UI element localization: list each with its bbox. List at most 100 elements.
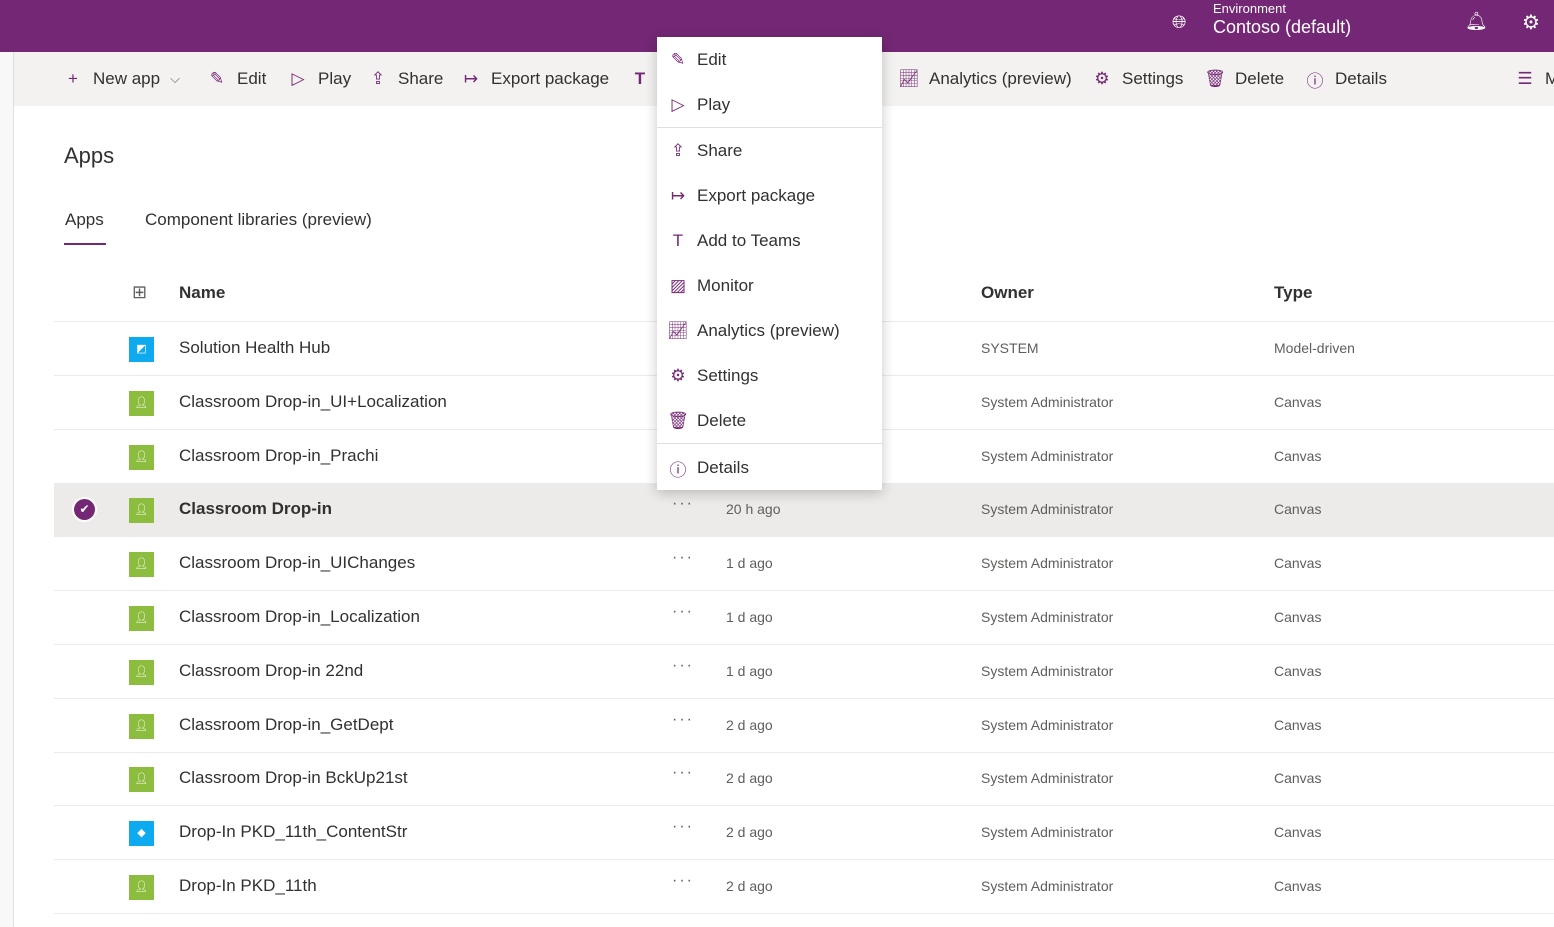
chart-icon: 📈︎ — [898, 69, 920, 88]
column-header-owner[interactable]: Owner — [981, 283, 1034, 303]
menu-item-play[interactable]: ▷ Play — [657, 85, 882, 125]
table-row[interactable]: 👤︎ Classroom Drop-in_UIChanges ··· 1 d ago S… — [54, 537, 1554, 592]
gear-icon: ⚙ — [670, 366, 686, 385]
toolbar-label: Play — [318, 69, 352, 88]
toolbar-play-button[interactable]: ▷ Play — [287, 52, 351, 106]
environment-label: Environment — [1213, 1, 1286, 16]
menu-item-analytics-preview[interactable]: 📈︎ Analytics (preview) — [657, 311, 882, 351]
bell-icon[interactable]: 🔔︎ — [1465, 11, 1488, 32]
app-name[interactable]: Drop-In PKD_11th_ContentStr — [179, 822, 407, 842]
table-row[interactable]: ◆ Drop-In PKD_11th_ContentStr ··· 2 d ago Sy… — [54, 806, 1554, 861]
toolbar-label: New app — [93, 69, 161, 88]
column-header-type[interactable]: Type — [1274, 283, 1312, 303]
toolbar-delete-button[interactable]: 🗑︎ Delete — [1204, 52, 1284, 106]
app-name[interactable]: Classroom Drop-in_Localization — [179, 607, 420, 627]
file-type-icon[interactable]: ⊞ — [132, 282, 147, 303]
checkmark-icon[interactable]: ✔ — [74, 499, 95, 521]
app-type: Canvas — [1274, 662, 1322, 679]
more-options-button[interactable]: ··· — [672, 764, 694, 782]
app-name[interactable]: Classroom Drop-in_UI+Localization — [179, 392, 447, 412]
app-type: Canvas — [1274, 824, 1322, 841]
menu-item-monitor[interactable]: ▨ Monitor — [657, 266, 882, 306]
owner: System Administrator — [981, 555, 1114, 572]
environment-picker[interactable]: Contoso (default) — [1213, 17, 1351, 38]
app-icon: 👤︎ — [129, 659, 154, 685]
toolbar-new-app-button[interactable]: + New app ⌵ — [62, 52, 180, 106]
menu-item-label: Monitor — [697, 276, 754, 295]
menu-item-edit[interactable]: ✎ Edit — [657, 40, 882, 80]
menu-item-label: Add to Teams — [697, 231, 801, 250]
app-icon: ◩ — [129, 337, 154, 362]
table-row[interactable]: 👤︎ Classroom Drop-in 22nd ··· 1 d ago System… — [54, 645, 1554, 699]
toolbar-analytics-preview-button[interactable]: 📈︎ Analytics (preview) — [898, 52, 1071, 106]
globe-icon[interactable]: 🌐︎ — [1172, 12, 1186, 33]
table-row[interactable]: ✔ 👤︎ Classroom Drop-in ··· 20 h ago System Ad… — [54, 483, 1554, 538]
owner: System Administrator — [981, 716, 1114, 733]
table-row[interactable]: 👤︎ Drop-In PKD_11th ··· 2 d ago System Admin… — [54, 860, 1554, 914]
toolbar-settings-button[interactable]: ⚙ Settings — [1091, 52, 1183, 106]
more-options-button[interactable]: ··· — [672, 495, 694, 513]
owner: System Administrator — [981, 878, 1114, 894]
more-options-button[interactable]: ··· — [672, 549, 694, 567]
app-name[interactable]: Drop-In PKD_11th — [179, 876, 317, 896]
menu-item-add-to-teams[interactable]: T Add to Teams — [657, 221, 882, 261]
menu-item-delete[interactable]: 🗑︎ Delete — [657, 401, 882, 441]
menu-item-share[interactable]: ⇪ Share — [657, 131, 882, 171]
table-row[interactable]: 👤︎ Classroom Drop-in_GetDept ··· 2 d ago Sys… — [54, 699, 1554, 753]
menu-item-label: Share — [697, 141, 743, 160]
toolbar-share-button[interactable]: ⇪ Share — [367, 52, 444, 106]
plus-icon: + — [68, 69, 78, 88]
app-type: Canvas — [1274, 555, 1322, 572]
info-icon: ⓘ — [1306, 71, 1324, 91]
app-type: Canvas — [1274, 716, 1322, 733]
menu-item-export-package[interactable]: ↦ Export package — [657, 176, 882, 216]
app-name[interactable]: Solution Health Hub — [179, 338, 330, 358]
more-options-button[interactable]: ··· — [672, 872, 694, 890]
menu-item-details[interactable]: ⓘ Details — [657, 448, 882, 488]
toolbar-label: Share — [398, 69, 444, 88]
app-name[interactable]: Classroom Drop-in_GetDept — [179, 715, 393, 735]
owner: System Administrator — [981, 770, 1114, 787]
menu-item-label: Settings — [697, 366, 759, 385]
modified: 2 d ago — [726, 770, 773, 787]
toolbar-edit-button[interactable]: ✎ Edit — [206, 52, 266, 106]
table-row[interactable]: 👤︎ Classroom Drop-in_Localization ··· 1 d a… — [54, 591, 1554, 645]
overflow-label: M — [1545, 69, 1554, 88]
tab-component-libraries[interactable]: Component libraries (preview) — [145, 210, 372, 230]
owner: System Administrator — [981, 501, 1114, 518]
gear-icon[interactable]: ⚙ — [1522, 10, 1540, 35]
export-icon: ↦ — [670, 186, 686, 205]
toolbar-details-button[interactable]: ⓘ Details — [1304, 52, 1387, 106]
more-options-button[interactable]: ··· — [672, 818, 694, 836]
chevron-down-icon[interactable]: ⌵ — [170, 71, 180, 87]
app-name[interactable]: Classroom Drop-in 22nd — [179, 661, 363, 681]
owner: SYSTEM — [981, 340, 1039, 356]
column-header-name[interactable]: Name — [179, 283, 225, 303]
app-type: Canvas — [1274, 501, 1322, 518]
trash-icon: 🗑︎ — [667, 411, 689, 430]
tab-apps[interactable]: Apps — [65, 210, 104, 230]
toolbar-teams-button[interactable]: T — [629, 52, 660, 106]
owner: System Administrator — [981, 447, 1114, 464]
app-icon: 👤︎ — [129, 875, 154, 900]
table-row[interactable]: 👤︎ Classroom Drop-in BckUp21st ··· 2 d ago S… — [54, 752, 1554, 807]
app-name[interactable]: Classroom Drop-in_Prachi — [179, 446, 378, 466]
menu-item-label: Play — [697, 95, 731, 114]
toolbar-export-package-button[interactable]: ↦ Export package — [460, 52, 609, 106]
app-name[interactable]: Classroom Drop-in_UIChanges — [179, 553, 415, 573]
more-options-button[interactable]: ··· — [672, 657, 694, 675]
menu-item-settings[interactable]: ⚙ Settings — [657, 356, 882, 396]
chart-icon: 📈︎ — [667, 321, 689, 340]
context-menu: ✎ Edit ▷ Play ⇪ Share ↦ Export package T Add to T… — [657, 37, 882, 490]
app-name[interactable]: Classroom Drop-in BckUp21st — [179, 768, 408, 788]
more-options-button[interactable]: ··· — [672, 711, 694, 729]
owner: System Administrator — [981, 609, 1114, 625]
overflow-button[interactable]: ☰ M — [1514, 52, 1554, 106]
app-type: Model-driven — [1274, 340, 1355, 356]
app-icon: 👤︎ — [129, 498, 154, 524]
more-options-button[interactable]: ··· — [672, 603, 694, 621]
app-name[interactable]: Classroom Drop-in — [179, 499, 332, 519]
app-icon: 👤︎ — [129, 767, 154, 793]
menu-divider — [657, 127, 882, 128]
lines-icon: ☰ — [1517, 69, 1533, 88]
